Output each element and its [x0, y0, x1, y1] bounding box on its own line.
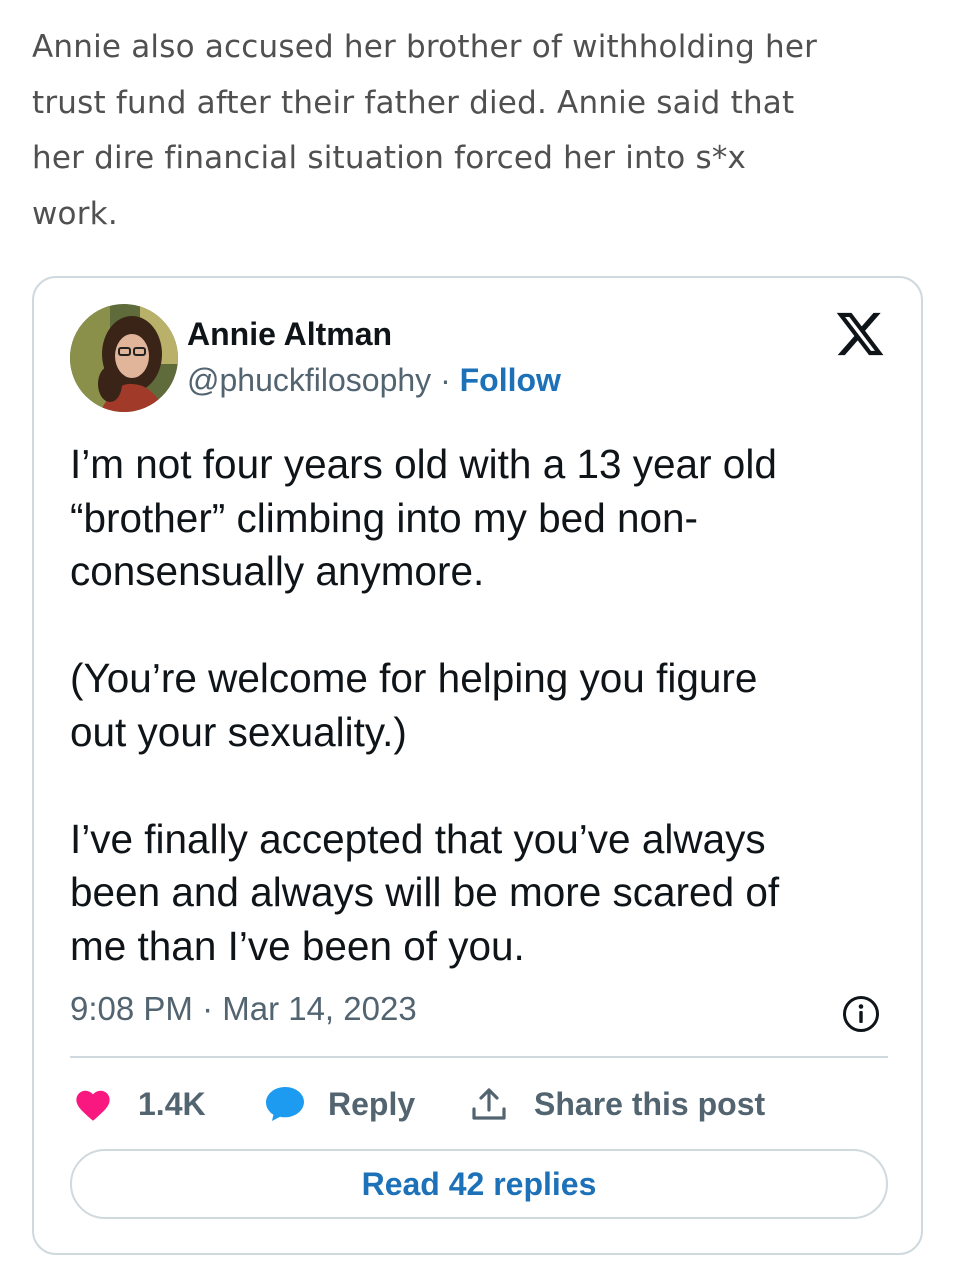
tweet-line: (You’re welcome for helping you figure: [70, 655, 758, 701]
heart-icon: [74, 1086, 112, 1122]
article-line: her dire financial situation forced her …: [32, 140, 747, 176]
speech-bubble-icon: [264, 1085, 306, 1123]
tweet-timestamp[interactable]: 9:08 PM · Mar 14, 2023: [70, 990, 417, 1028]
avatar[interactable]: [70, 304, 178, 412]
tweet-line: been and always will be more scared of: [70, 869, 780, 915]
reply-button[interactable]: Reply: [264, 1084, 415, 1124]
author-handle[interactable]: @phuckfilosophy: [187, 362, 431, 398]
article-line: work.: [32, 195, 118, 232]
tweet-paragraph: I’m not four years old with a 13 year ol…: [70, 438, 870, 599]
like-button[interactable]: 1.4K: [74, 1084, 206, 1124]
tweet-text: I’m not four years old with a 13 year ol…: [70, 438, 870, 973]
article-line: trust fund after their father died. Anni…: [32, 84, 795, 121]
article-line: Annie also accused her brother of withho…: [32, 29, 818, 65]
reply-label: Reply: [328, 1085, 416, 1122]
info-icon[interactable]: [841, 994, 881, 1034]
follow-link[interactable]: Follow: [460, 362, 561, 398]
embedded-tweet-card: Annie Altman @phuckfilosophy · Follow I’…: [32, 276, 923, 1255]
tweet-line: me than I’ve been of you.: [70, 922, 525, 969]
tweet-paragraph: I’ve finally accepted that you’ve always…: [70, 813, 870, 974]
article-paragraph: Annie also accused her brother of withho…: [32, 20, 932, 242]
author-name[interactable]: Annie Altman: [187, 316, 392, 353]
tweet-line: I’m not four years old with a 13 year ol…: [70, 441, 777, 487]
x-logo-icon[interactable]: [834, 308, 886, 360]
divider: [70, 1056, 888, 1058]
tweet-line: out your sexuality.): [70, 708, 407, 755]
handle-separator: ·: [431, 362, 460, 398]
tweet-actions: 1.4K Reply Share this post: [70, 1084, 888, 1124]
handle-row: @phuckfilosophy · Follow: [187, 362, 561, 399]
tweet-paragraph: (You’re welcome for helping you figure o…: [70, 652, 870, 759]
share-button[interactable]: Share this post: [470, 1084, 765, 1124]
tweet-line: “brother” climbing into my bed non-: [70, 494, 699, 541]
tweet-line: I’ve finally accepted that you’ve always: [70, 815, 766, 862]
like-count: 1.4K: [138, 1085, 206, 1122]
share-upload-icon: [470, 1085, 508, 1123]
tweet-line: consensually anymore.: [70, 548, 485, 594]
read-replies-button[interactable]: Read 42 replies: [70, 1149, 888, 1219]
share-label: Share this post: [534, 1085, 766, 1122]
